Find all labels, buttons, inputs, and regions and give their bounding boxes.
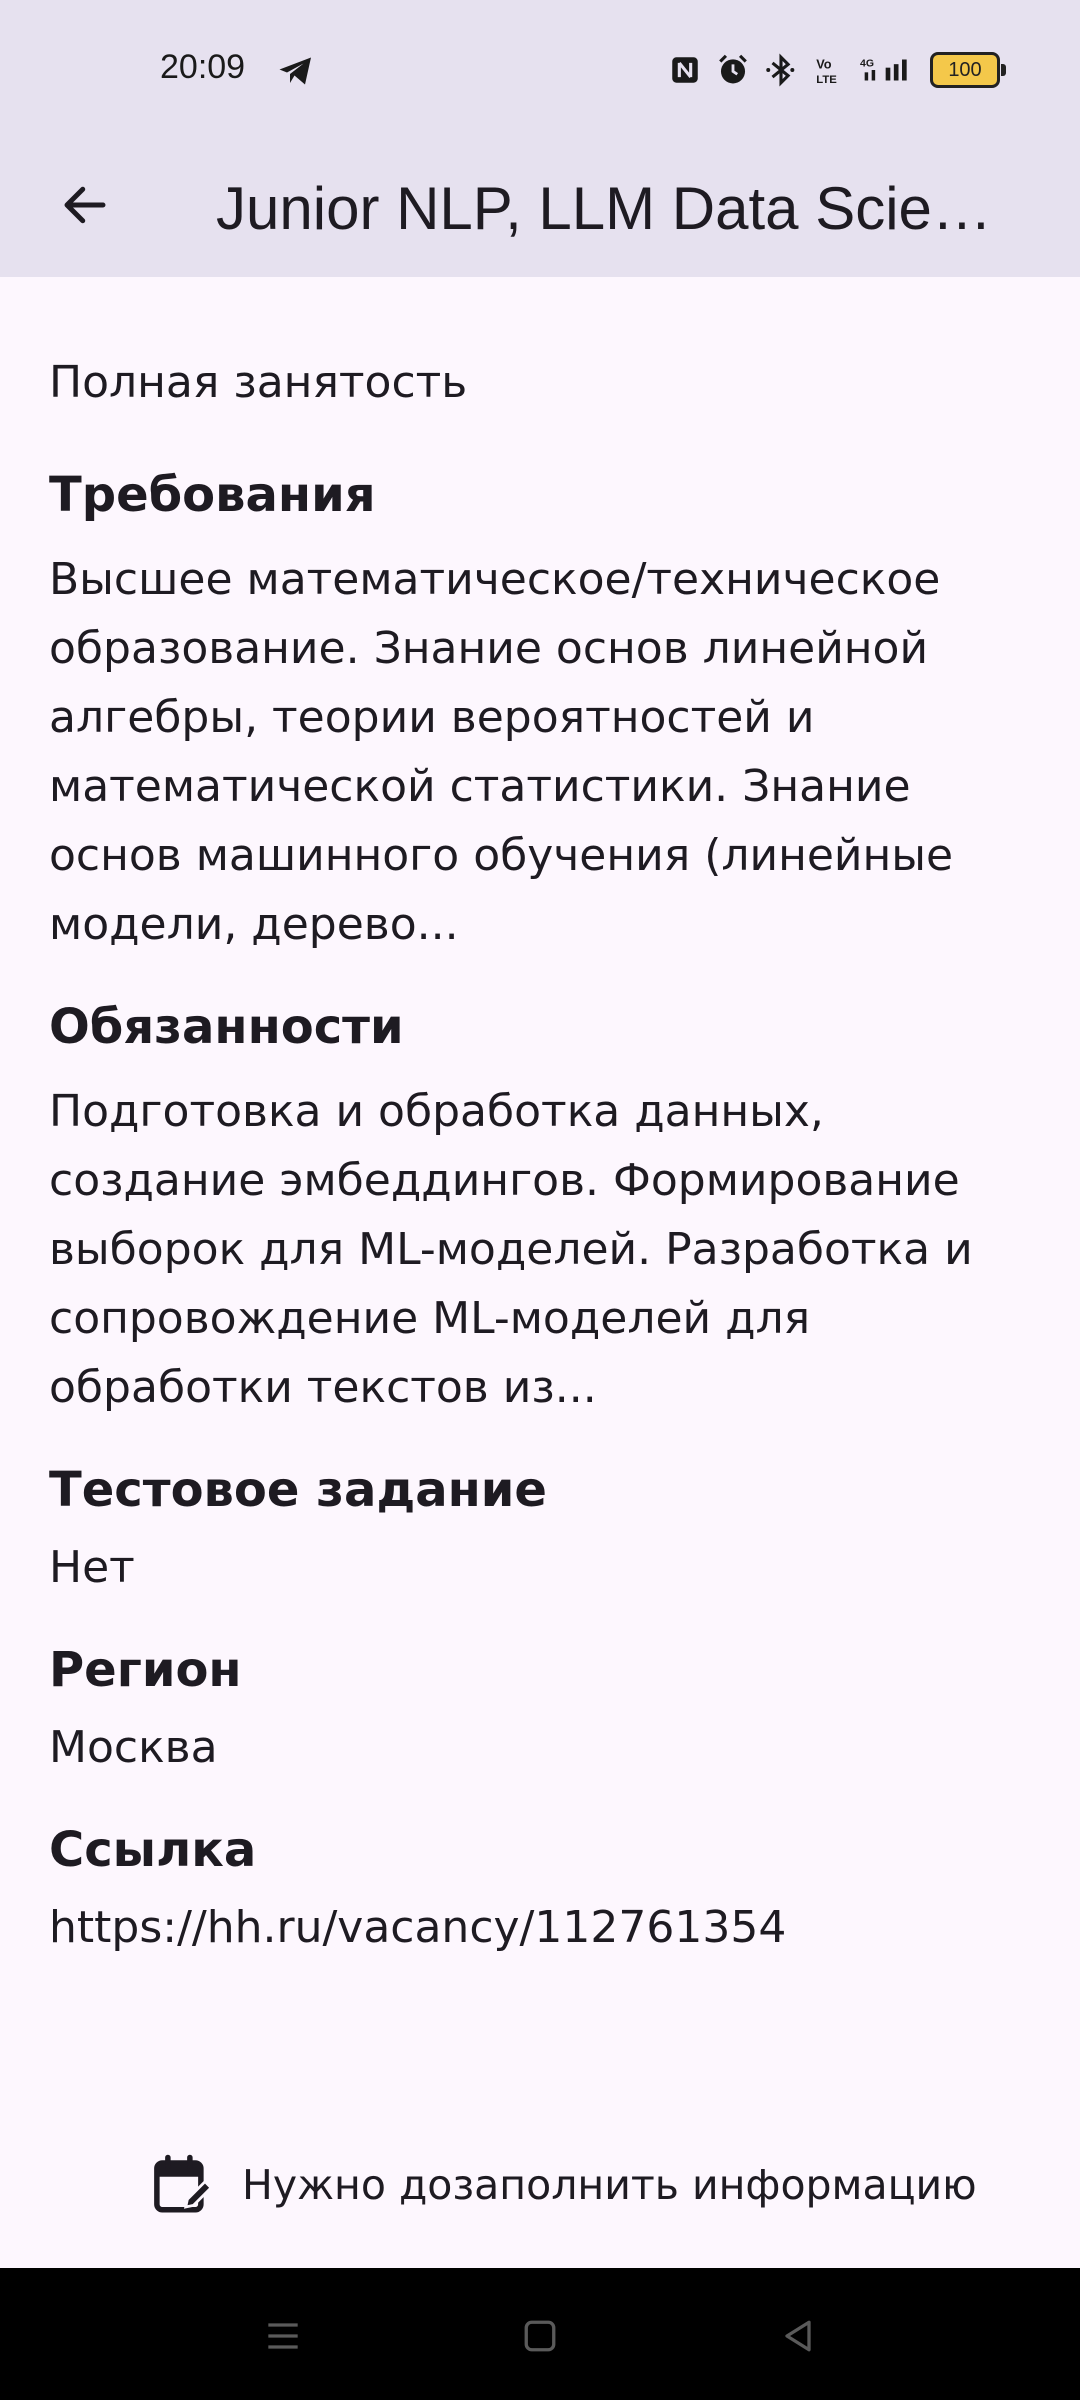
nfc-icon [672,57,698,83]
home-square-icon [524,2320,556,2352]
duties-text: Подготовка и обработка данных, создание … [49,1086,973,1413]
telegram-icon [279,57,311,85]
vacancy-details: Полная занятость Требования Высшее матем… [49,277,1039,1956]
vacancy-link[interactable]: https://hh.ru/vacancy/112761354 [49,1900,1039,1956]
region-title: Регион [49,1642,242,1698]
signal-4g-icon: 4G [860,58,907,81]
employment-type: Полная занятость [49,357,468,408]
back-nav-button[interactable] [768,2306,828,2366]
requirements-section: Требования Высшее математическое/техниче… [49,465,1039,959]
fill-info-label: Нужно дозаполнить информацию [242,2161,977,2209]
recent-apps-button[interactable] [253,2306,313,2366]
region-text: Москва [49,1722,218,1773]
requirements-text: Высшее математическое/техническое образо… [49,554,954,950]
test-task-section: Тестовое задание Нет [49,1460,1039,1596]
svg-text:4G: 4G [860,58,874,70]
back-button[interactable] [50,170,120,240]
bluetooth-icon [766,53,795,87]
app-bar: Junior NLP, LLM Data Scie… [0,140,1080,277]
test-task-title: Тестовое задание [49,1462,547,1518]
svg-text:Vo: Vo [816,57,832,72]
link-title: Ссылка [49,1822,257,1878]
menu-icon [268,2323,298,2349]
back-triangle-icon [785,2320,811,2352]
test-task-text: Нет [49,1542,135,1593]
status-time: 20:09 [160,48,246,86]
calendar-edit-icon [154,2154,213,2213]
status-icons: Vo LTE 4G 100 [668,50,1006,90]
status-bar: 20:09 Vo LTE 4G 100 [0,0,1080,140]
link-section: Ссылка https://hh.ru/vacancy/112761354 [49,1820,1039,1956]
volte-icon: Vo LTE [816,57,837,86]
system-nav-bar [0,2268,1080,2400]
alarm-icon [719,54,747,84]
battery-icon: 100 [930,52,1006,88]
fill-info-button[interactable]: Нужно дозаполнить информацию [150,2152,977,2218]
duties-title: Обязанности [49,999,404,1055]
svg-text:LTE: LTE [816,74,837,86]
region-section: Регион Москва [49,1640,1039,1776]
home-button[interactable] [510,2306,570,2366]
duties-section: Обязанности Подготовка и обработка данны… [49,997,1039,1422]
requirements-title: Требования [49,467,376,523]
arrow-back-icon [64,186,106,224]
page-title: Junior NLP, LLM Data Scie… [216,175,992,242]
